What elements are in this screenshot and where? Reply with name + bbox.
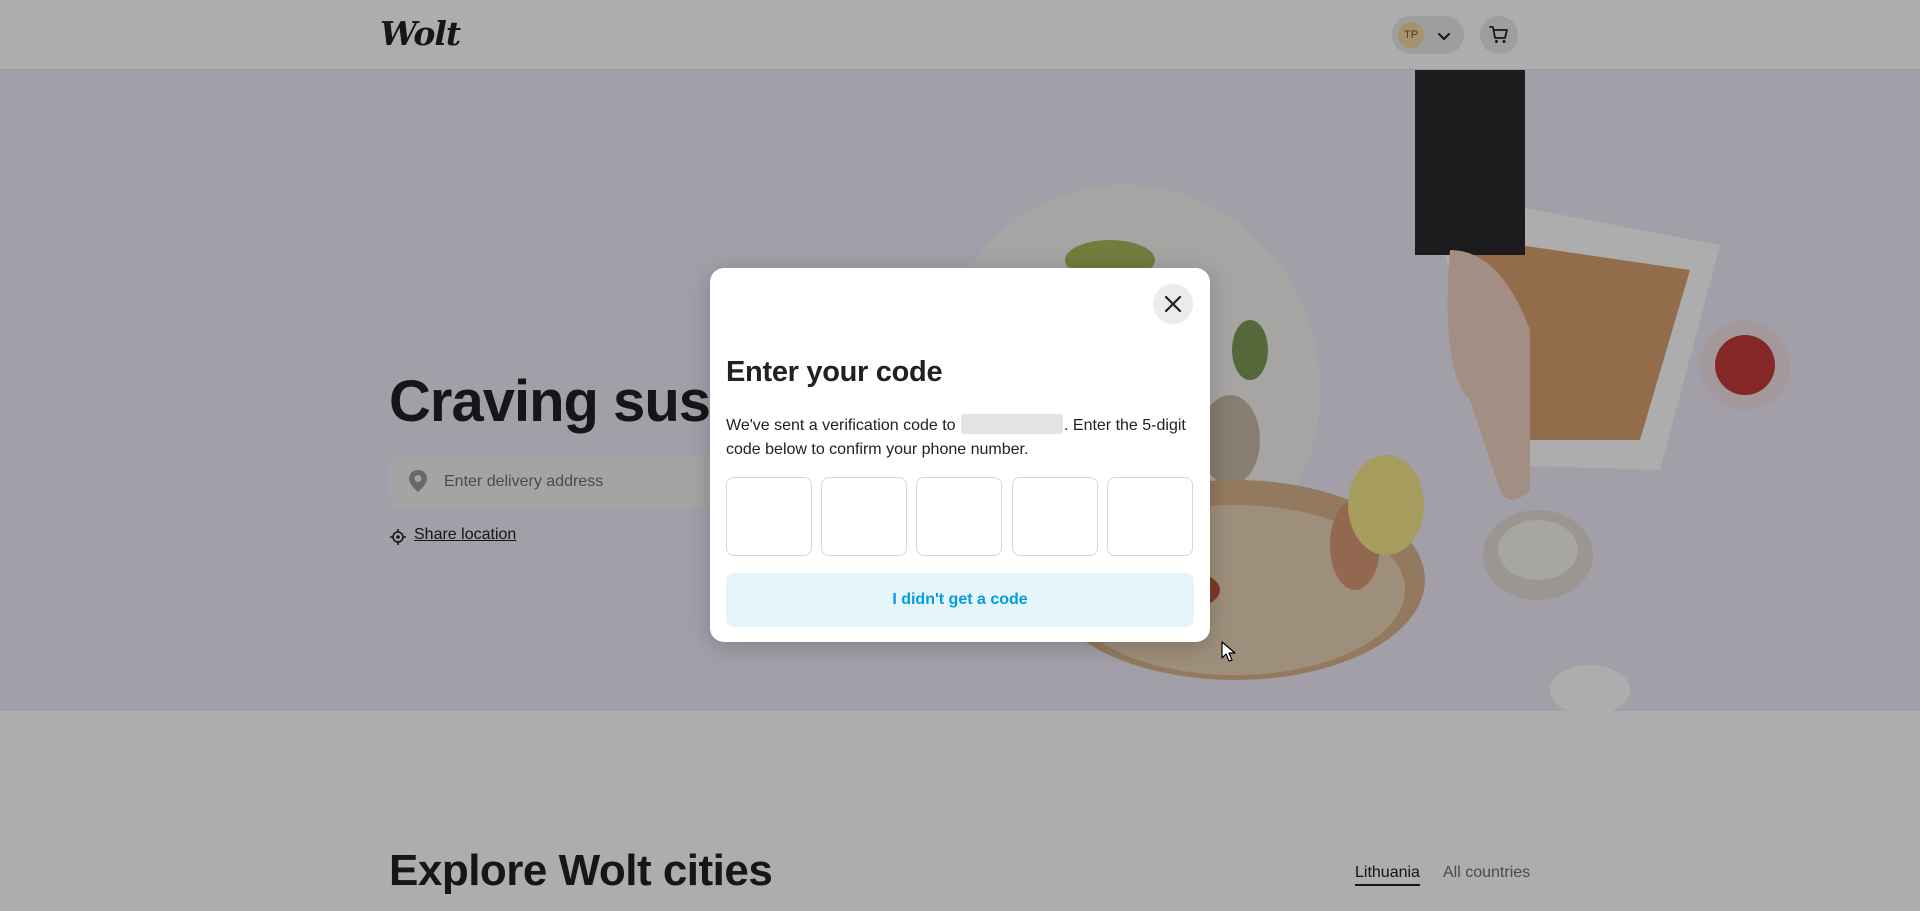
dialog-description: We've sent a verification code to . Ente…	[726, 414, 1196, 462]
code-digit-box[interactable]	[1107, 477, 1196, 557]
code-digit-input-2[interactable]	[822, 478, 910, 557]
masked-phone-number	[961, 414, 1063, 434]
close-icon	[1164, 295, 1182, 313]
code-digit-input-5[interactable]	[1108, 478, 1196, 557]
didnt-get-code-button[interactable]: I didn't get a code	[726, 573, 1194, 627]
code-digit-input-1[interactable]	[727, 478, 815, 557]
code-digit-box[interactable]	[1012, 477, 1101, 557]
close-button[interactable]	[1153, 284, 1193, 324]
code-digit-input-3[interactable]	[917, 478, 1005, 557]
code-digit-input-4[interactable]	[1013, 478, 1101, 557]
description-text-start: We've sent a verification code to	[726, 417, 960, 434]
code-digit-box[interactable]	[916, 477, 1005, 557]
verification-dialog: Enter your code We've sent a verificatio…	[710, 268, 1210, 642]
code-digit-box[interactable]	[821, 477, 910, 557]
mouse-cursor-icon	[1221, 641, 1236, 662]
dialog-title: Enter your code	[726, 356, 943, 388]
code-digit-box[interactable]	[726, 477, 815, 557]
